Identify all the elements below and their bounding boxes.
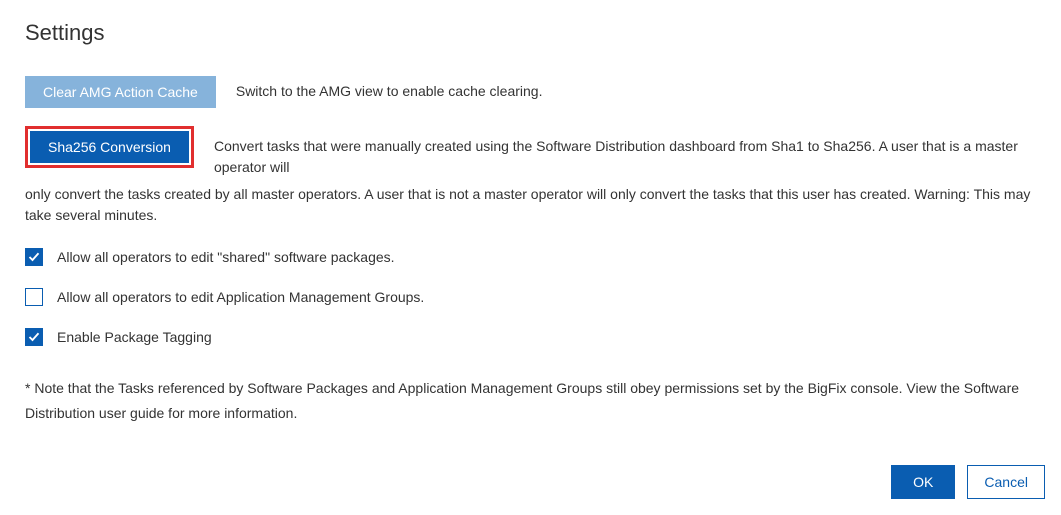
clear-amg-cache-button[interactable]: Clear AMG Action Cache (25, 76, 216, 108)
checkbox-package-tagging[interactable] (25, 328, 43, 346)
page-title: Settings (25, 20, 1036, 46)
sha256-row: Sha256 Conversion Convert tasks that wer… (25, 126, 1036, 226)
checkbox-shared-packages[interactable] (25, 248, 43, 266)
checkbox-row-shared-packages: Allow all operators to edit "shared" sof… (25, 248, 1036, 266)
settings-page: Settings Clear AMG Action Cache Switch t… (0, 0, 1061, 515)
sha256-highlight-box: Sha256 Conversion (25, 126, 194, 168)
label-package-tagging: Enable Package Tagging (57, 329, 212, 345)
label-app-management-groups: Allow all operators to edit Application … (57, 289, 424, 305)
sha256-description-continuation: only convert the tasks created by all ma… (25, 184, 1036, 226)
sha256-description-top: Convert tasks that were manually created… (214, 126, 1036, 178)
check-icon (28, 331, 40, 343)
cancel-button[interactable]: Cancel (967, 465, 1045, 499)
checkbox-app-management-groups[interactable] (25, 288, 43, 306)
clear-cache-description: Switch to the AMG view to enable cache c… (236, 76, 543, 102)
checkbox-row-app-management: Allow all operators to edit Application … (25, 288, 1036, 306)
clear-cache-row: Clear AMG Action Cache Switch to the AMG… (25, 76, 1036, 108)
check-icon (28, 251, 40, 263)
label-shared-packages: Allow all operators to edit "shared" sof… (57, 249, 395, 265)
sha256-conversion-button[interactable]: Sha256 Conversion (30, 131, 189, 163)
checkbox-row-package-tagging: Enable Package Tagging (25, 328, 1036, 346)
permissions-note: * Note that the Tasks referenced by Soft… (25, 376, 1036, 426)
ok-button[interactable]: OK (891, 465, 955, 499)
dialog-footer: OK Cancel (891, 465, 1045, 499)
